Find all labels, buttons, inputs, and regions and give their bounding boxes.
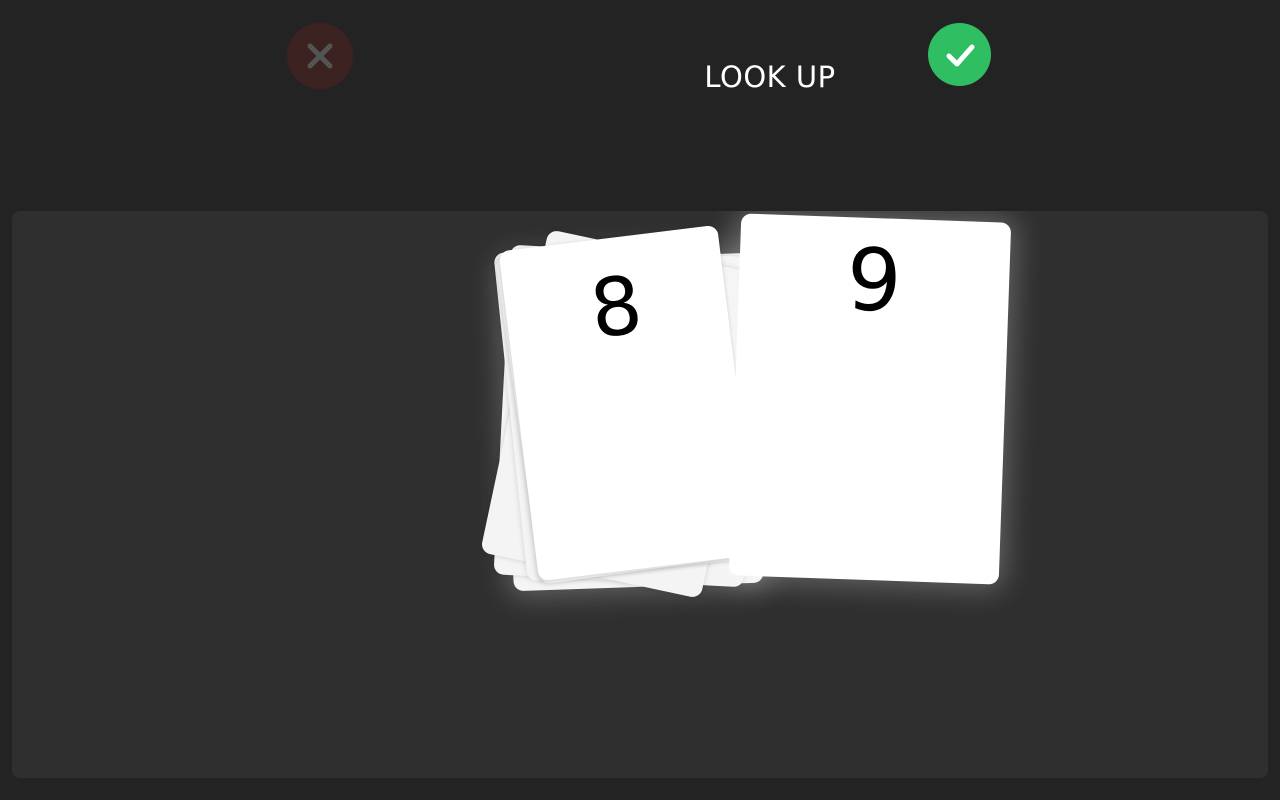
instruction-label: LOOK UP <box>704 60 836 94</box>
game-screen: LOOK UP 8 9 <box>0 0 1280 800</box>
drawn-card-number: 9 <box>845 230 904 332</box>
drawn-card[interactable]: 9 <box>728 213 1012 585</box>
card-table: 8 9 <box>12 211 1268 778</box>
wrong-button[interactable] <box>287 23 353 89</box>
pile-top-card-number: 8 <box>585 257 648 357</box>
correct-button[interactable] <box>928 23 991 86</box>
check-icon <box>946 44 974 66</box>
close-icon <box>307 43 333 69</box>
pile-top-card[interactable]: 8 <box>498 224 758 582</box>
